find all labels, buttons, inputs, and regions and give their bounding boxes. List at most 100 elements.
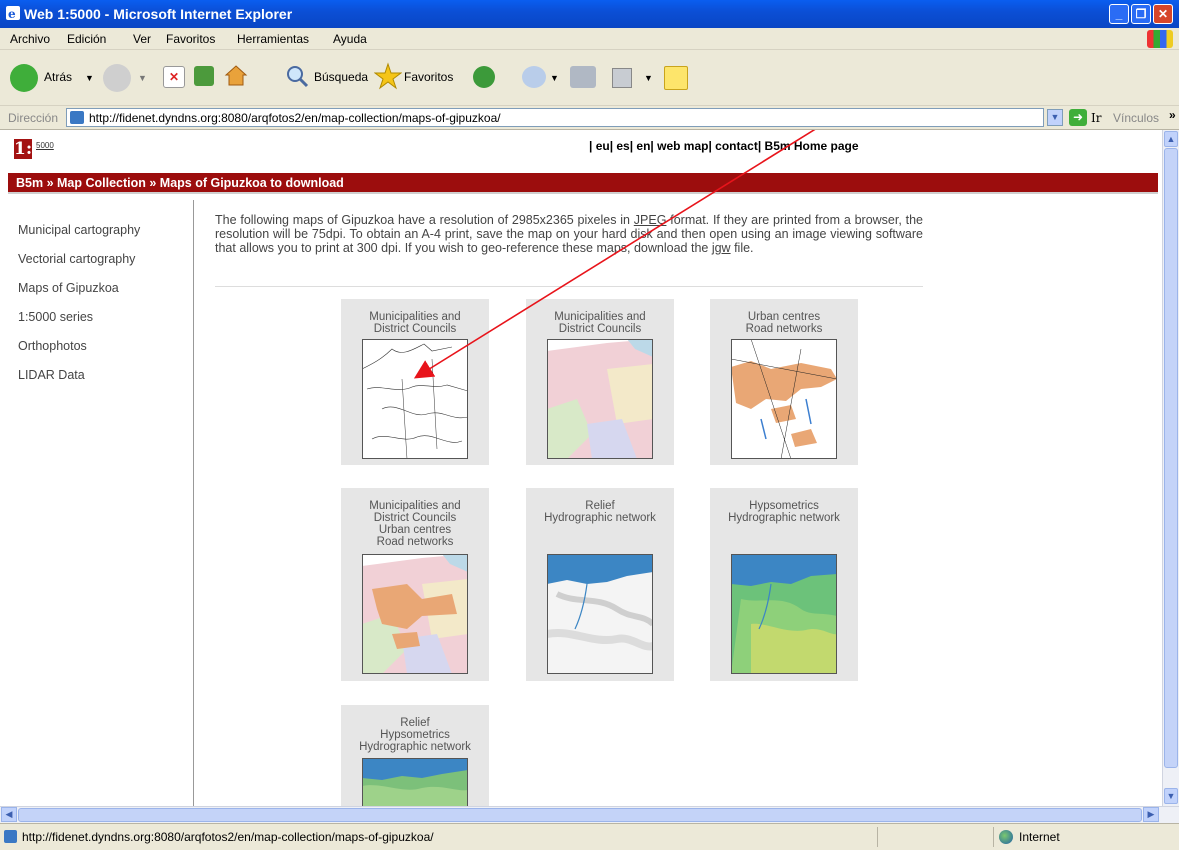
map-card[interactable]: Relief Hypsometrics Hydrographic network [341,705,489,806]
close-button[interactable]: ✕ [1153,4,1173,24]
map-thumbnail[interactable] [362,758,468,806]
windows-logo-icon [1147,30,1173,48]
map-card[interactable]: Urban centres Road networks [710,299,858,465]
history-icon[interactable] [473,66,495,88]
menu-archivo[interactable]: Archivo [10,32,50,46]
map-card-title-line: Road networks [745,323,823,335]
menu-ayuda[interactable]: Ayuda [333,32,367,46]
address-label: Dirección [8,111,59,125]
map-card[interactable]: Municipalities and District Councils Urban… [341,488,489,681]
sidebar-item-vectorial-cartography[interactable]: Vectorial cartography [18,252,135,266]
map-thumbnail[interactable] [731,554,837,674]
sidebar-item-maps-of-gipuzkoa[interactable]: Maps of Gipuzkoa [18,281,119,295]
intro-paragraph: The following maps of Gipuzkoa have a re… [215,213,923,255]
menu-edicion[interactable]: Edición [67,32,106,46]
minimize-button[interactable]: _ [1109,4,1129,24]
map-card-title-line: Hypsometrics [749,500,819,512]
window-title: Web 1:5000 - Microsoft Internet Explorer [24,6,293,22]
forward-dropdown-icon[interactable]: ▼ [138,73,147,83]
breadcrumb[interactable]: B5m » Map Collection » Maps of Gipuzkoa … [8,173,1158,192]
ie-logo-icon: e [6,6,20,20]
links-chevron-icon[interactable]: » [1169,108,1176,122]
search-label[interactable]: Búsqueda [314,70,368,84]
forward-arrow-icon[interactable] [103,64,131,92]
favorites-star-icon[interactable] [373,62,403,90]
horizontal-scroll-thumb[interactable] [18,808,1142,822]
go-label[interactable]: Ir [1091,111,1101,125]
map-card-title[interactable]: Municipalities and District Councils Urban… [341,500,489,548]
map-card-title-line: Hydrographic network [728,512,840,524]
map-card-title-line: Urban centres [378,524,452,536]
map-card-title-line: Municipalities and [369,311,461,323]
jgw-link[interactable]: jgw [712,241,731,255]
address-url: http://fidenet.dyndns.org:8080/arqfotos2… [89,111,501,125]
address-input[interactable]: http://fidenet.dyndns.org:8080/arqfotos2… [66,108,1044,127]
menu-herramientas[interactable]: Herramientas [237,32,309,46]
map-card-title-line: Hypsometrics [380,729,450,741]
menu-favoritos[interactable]: Favoritos [166,32,215,46]
search-icon[interactable] [285,64,309,88]
scroll-left-icon[interactable]: ◀ [1,807,17,822]
language-links[interactable]: | eu| es| en| web map| contact| B5m Home… [589,139,859,153]
status-divider [993,827,994,847]
map-card[interactable]: Municipalities and District Councils [341,299,489,465]
sidebar-item-lidar-data[interactable]: LIDAR Data [18,368,85,382]
scroll-down-icon[interactable]: ▼ [1164,788,1178,804]
favorites-label[interactable]: Favoritos [404,70,453,84]
map-thumbnail[interactable] [547,339,653,459]
menu-ver[interactable]: Ver [133,32,151,46]
back-dropdown-icon[interactable]: ▼ [85,73,94,83]
vertical-scrollbar[interactable]: ▲ ▼ [1162,130,1179,806]
sidebar-item-orthophotos[interactable]: Orthophotos [18,339,87,353]
sidebar-item-1-5000-series[interactable]: 1:5000 series [18,310,93,324]
sidebar-item-municipal-cartography[interactable]: Municipal cartography [18,223,140,237]
back-arrow-icon[interactable] [10,64,38,92]
map-card-title-line: Hydrographic network [359,741,471,753]
map-thumbnail[interactable] [362,554,468,674]
intro-divider [215,286,923,287]
scroll-thumb[interactable] [1164,148,1178,768]
map-card[interactable]: Municipalities and District Councils [526,299,674,465]
status-url: http://fidenet.dyndns.org:8080/arqfotos2… [22,830,434,844]
map-card-title-line: District Councils [373,512,457,524]
maximize-button[interactable]: ❐ [1131,4,1151,24]
scroll-right-icon[interactable]: ▶ [1143,807,1159,822]
map-card-title-line: Hydrographic network [544,512,656,524]
mail-dropdown-icon[interactable]: ▼ [550,73,559,83]
go-arrow-icon[interactable]: ➜ [1069,109,1087,126]
back-label[interactable]: Atrás [44,70,72,84]
map-card-title-line: District Councils [558,323,642,335]
status-page-icon [4,830,17,843]
address-dropdown-icon[interactable]: ▼ [1047,109,1063,126]
page-icon [70,111,84,124]
map-card-title[interactable]: Municipalities and District Councils [526,311,674,335]
map-card[interactable]: Hypsometrics Hydrographic network [710,488,858,681]
map-card-title[interactable]: Municipalities and District Councils [341,311,489,335]
print-icon[interactable] [570,66,596,88]
map-card-title[interactable]: Relief Hydrographic network [526,500,674,524]
map-thumbnail[interactable] [362,339,468,459]
map-thumbnail[interactable] [731,339,837,459]
map-thumbnail[interactable] [547,554,653,674]
refresh-icon[interactable] [194,66,214,86]
scroll-up-icon[interactable]: ▲ [1164,131,1178,147]
map-card[interactable]: Relief Hydrographic network [526,488,674,681]
mail-icon[interactable] [522,66,546,88]
edit-icon[interactable] [612,68,632,88]
menu-bar: Archivo Edición Ver Favoritos Herramient… [0,28,1179,50]
map-card-title-line: District Councils [373,323,457,335]
map-card-title[interactable]: Hypsometrics Hydrographic network [710,500,858,524]
status-divider [877,827,878,847]
stop-icon[interactable]: ✕ [163,66,185,88]
title-bar[interactable]: e Web 1:5000 - Microsoft Internet Explor… [0,0,1179,28]
jpeg-link[interactable]: JPEG [634,213,667,227]
messenger-note-icon[interactable] [664,66,688,90]
map-card-title[interactable]: Relief Hypsometrics Hydrographic network [341,717,489,753]
links-label[interactable]: Vínculos [1113,111,1159,125]
map-card-title[interactable]: Urban centres Road networks [710,311,858,335]
home-icon[interactable] [224,64,248,88]
horizontal-scrollbar[interactable]: ◀ ▶ [0,806,1179,823]
b5m-logo[interactable]: 1: 5000 [14,139,64,161]
edit-dropdown-icon[interactable]: ▼ [644,73,653,83]
map-card-title-line: Municipalities and [369,500,461,512]
